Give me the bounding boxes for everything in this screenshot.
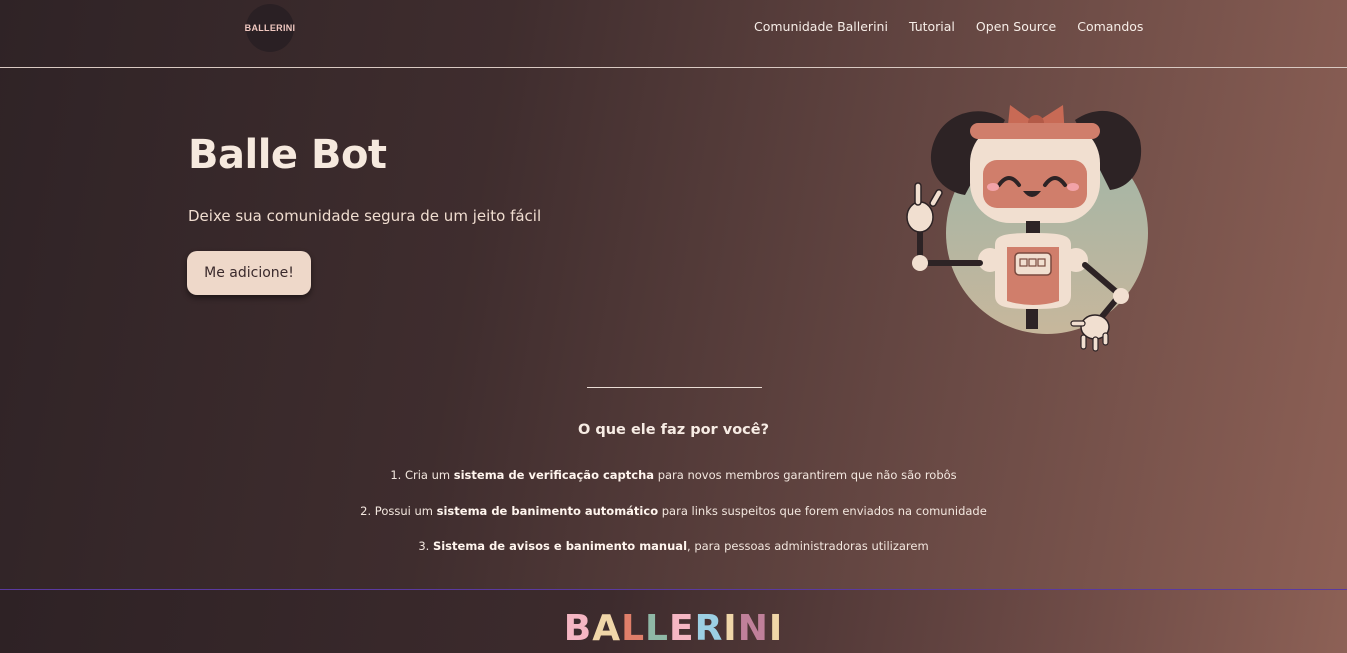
hero-subtitle: Deixe sua comunidade segura de um jeito …: [188, 207, 542, 225]
footer-logo-letter: N: [737, 608, 769, 649]
footer-logo-letter: E: [668, 608, 695, 649]
section-divider: [587, 387, 762, 388]
feature-item: 2. Possui um sistema de banimento automá…: [0, 504, 1347, 518]
feature-item: 1. Cria um sistema de verificação captch…: [0, 468, 1347, 482]
features-title: O que ele faz por você?: [577, 422, 770, 438]
ballerini-logo[interactable]: BALLERINI: [244, 4, 296, 52]
robot-illustration: [906, 105, 1148, 352]
feature-highlight: Sistema de avisos e banimento manual: [432, 539, 688, 553]
footer-logo-letter: B: [563, 608, 593, 649]
footer-logo-letter: L: [645, 608, 669, 649]
feature-suffix: para links suspeitos que forem enviados …: [658, 504, 987, 518]
nav-links: Comunidade Ballerini Tutorial Open Sourc…: [754, 19, 1143, 34]
nav-link-comunidade[interactable]: Comunidade Ballerini: [754, 19, 888, 34]
footer: BALLERINI: [0, 589, 1347, 653]
add-bot-button[interactable]: Me adicione!: [187, 251, 311, 295]
footer-logo-letter: A: [592, 608, 622, 649]
nav-link-comandos[interactable]: Comandos: [1077, 19, 1143, 34]
navbar: BALLERINI Comunidade Ballerini Tutorial …: [0, 0, 1347, 68]
hero-title: Balle Bot: [188, 132, 387, 178]
feature-item: 3. Sistema de avisos e banimento manual,…: [0, 539, 1347, 553]
feature-prefix: 3.: [418, 539, 433, 553]
feature-prefix: 1. Cria um: [390, 468, 454, 482]
feature-highlight: sistema de banimento automático: [436, 504, 659, 518]
feature-prefix: 2. Possui um: [360, 504, 437, 518]
footer-logo-letter: I: [723, 608, 738, 649]
feature-highlight: sistema de verificação captcha: [453, 468, 655, 482]
footer-logo-letter: R: [694, 608, 724, 649]
logo-text: BALLERINI: [244, 23, 296, 33]
footer-ballerini-logo[interactable]: BALLERINI: [0, 608, 1347, 649]
feature-suffix: para novos membros garantirem que não sã…: [654, 468, 957, 482]
footer-logo-letter: I: [768, 608, 784, 649]
feature-suffix: , para pessoas administradoras utilizare…: [687, 539, 929, 553]
nav-link-open-source[interactable]: Open Source: [976, 19, 1056, 34]
footer-logo-letter: L: [621, 608, 646, 649]
nav-link-tutorial[interactable]: Tutorial: [909, 19, 955, 34]
